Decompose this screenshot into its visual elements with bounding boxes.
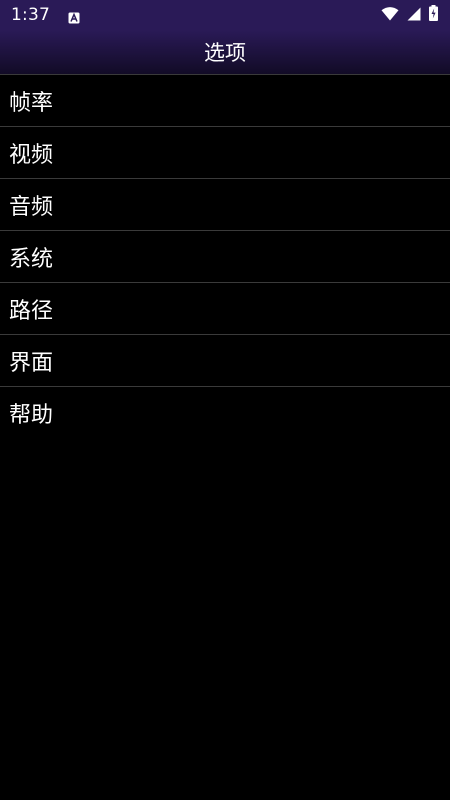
menu-item-label: 路径 — [9, 298, 54, 324]
cell-signal-icon — [407, 6, 421, 25]
menu-item-system[interactable]: 系统 — [0, 230, 450, 282]
wifi-icon — [381, 6, 399, 25]
menu-item-video[interactable]: 视频 — [0, 126, 450, 178]
menu-item-label: 系统 — [9, 246, 54, 272]
page-title: 选项 — [204, 41, 246, 65]
menu-item-label: 界面 — [9, 350, 54, 376]
battery-charging-icon — [429, 5, 438, 25]
menu-item-audio[interactable]: 音频 — [0, 178, 450, 230]
title-bar: 选项 — [0, 30, 450, 74]
status-time: 1:37 — [11, 5, 50, 25]
menu-item-framerate[interactable]: 帧率 — [0, 74, 450, 126]
status-icons — [381, 5, 438, 25]
menu-item-label: 帮助 — [9, 402, 54, 428]
menu-item-label: 视频 — [9, 142, 54, 168]
menu-item-interface[interactable]: 界面 — [0, 334, 450, 386]
menu-item-label: 音频 — [9, 194, 54, 220]
status-bar: 1:37 — [0, 0, 450, 30]
menu-item-help[interactable]: 帮助 — [0, 386, 450, 438]
menu-item-paths[interactable]: 路径 — [0, 282, 450, 334]
options-menu: 帧率 视频 音频 系统 路径 界面 帮助 — [0, 74, 450, 438]
menu-item-label: 帧率 — [9, 90, 54, 116]
a-badge-icon — [68, 9, 80, 24]
